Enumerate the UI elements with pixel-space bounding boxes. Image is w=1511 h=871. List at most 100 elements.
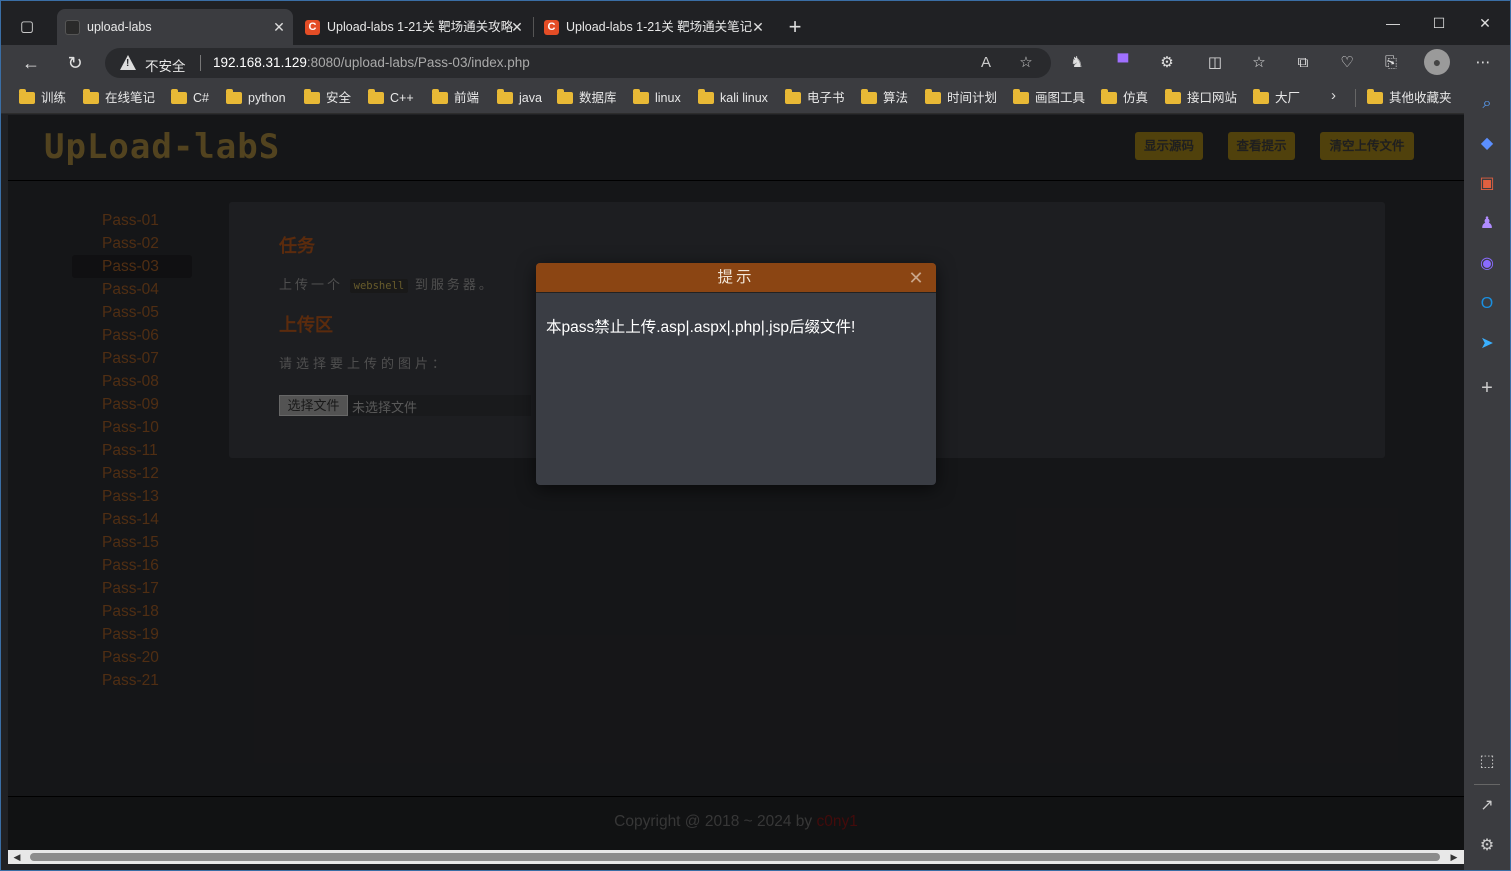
split-screen-icon[interactable]: ◫ <box>1201 49 1229 77</box>
games-icon[interactable]: ♟ <box>1476 213 1498 235</box>
dialog-message: 本pass禁止上传.asp|.aspx|.php|.jsp后缀文件! <box>546 319 856 336</box>
bookmark-folder[interactable]: kali linux <box>698 89 768 107</box>
tab-upload-labs[interactable]: upload-labs ✕ <box>57 9 293 45</box>
scroll-right-icon[interactable]: ▶ <box>1448 852 1460 862</box>
bookmark-folder[interactable]: 数据库 <box>557 89 617 107</box>
folder-icon <box>368 89 384 104</box>
bookmark-folder[interactable]: 大厂 <box>1253 89 1300 107</box>
add-sidebar-app-icon[interactable]: + <box>1476 377 1498 399</box>
address-bar[interactable]: 不安全 192.168.31.129:8080/upload-labs/Pass… <box>105 48 1051 78</box>
divider <box>200 55 201 71</box>
warning-icon[interactable] <box>120 55 136 70</box>
upload-labs-favicon-icon <box>65 20 80 35</box>
folder-icon <box>925 89 941 104</box>
close-tab-icon[interactable]: ✕ <box>509 9 525 45</box>
url-path: :8080/upload-labs/Pass-03/index.php <box>306 55 530 70</box>
horizontal-scrollbar[interactable]: ◀ ▶ <box>8 850 1464 864</box>
folder-icon <box>698 89 714 104</box>
scroll-left-icon[interactable]: ◀ <box>11 852 23 862</box>
new-tab-button[interactable]: + <box>783 13 807 41</box>
browser-window: ▢ upload-labs ✕ C Upload-labs 1-21关 靶场通关… <box>0 0 1511 871</box>
profile-avatar-icon[interactable]: ● <box>1424 49 1450 75</box>
tab-title: Upload-labs 1-21关 靶场通关攻略 <box>327 20 514 34</box>
maximize-icon[interactable]: ☐ <box>1416 9 1462 37</box>
search-icon[interactable]: ⌕ <box>1476 93 1498 115</box>
share-icon[interactable]: ⎘ <box>1377 49 1405 77</box>
bookmark-folder[interactable]: 训练 <box>19 89 66 107</box>
chevron-right-icon[interactable]: › <box>1331 87 1336 104</box>
bookmark-folder[interactable]: 电子书 <box>785 89 845 107</box>
security-label[interactable]: 不安全 <box>145 55 186 75</box>
close-tab-icon[interactable]: ✕ <box>271 9 287 45</box>
folder-icon <box>633 89 649 104</box>
bookmark-folder[interactable]: 在线笔记 <box>83 89 155 107</box>
bookmark-folder[interactable]: 时间计划 <box>925 89 997 107</box>
close-window-icon[interactable]: ✕ <box>1462 9 1508 37</box>
folder-icon <box>1165 89 1181 104</box>
bookmark-folder[interactable]: 安全 <box>304 89 351 107</box>
folder-icon <box>557 89 573 104</box>
outlook-icon[interactable]: O <box>1476 293 1498 315</box>
more-options-icon[interactable]: ⋯ <box>1469 49 1497 77</box>
url-host: 192.168.31.129 <box>213 55 307 70</box>
bookmark-folder[interactable]: 接口网站 <box>1165 89 1237 107</box>
bookmark-folder[interactable]: java <box>497 89 542 107</box>
send-icon[interactable]: ➤ <box>1476 333 1498 355</box>
folder-icon <box>1367 89 1383 104</box>
extensions-icon[interactable]: ⚙ <box>1153 49 1181 77</box>
folder-icon <box>226 89 242 104</box>
bookmark-folder[interactable]: 画图工具 <box>1013 89 1085 107</box>
folder-icon <box>785 89 801 104</box>
url-text[interactable]: 192.168.31.129:8080/upload-labs/Pass-03/… <box>213 55 530 70</box>
bookmark-folder[interactable]: python <box>226 89 286 107</box>
collections-icon[interactable]: ⧉ <box>1289 49 1317 77</box>
bookmark-folder[interactable]: 算法 <box>861 89 908 107</box>
refresh-icon[interactable]: ↻ <box>61 49 89 77</box>
bookmark-folder[interactable]: C++ <box>368 89 414 107</box>
close-icon[interactable]: ✕ <box>906 263 926 293</box>
folder-icon <box>304 89 320 104</box>
hint-dialog: 提示 ✕ 本pass禁止上传.asp|.aspx|.php|.jsp后缀文件! <box>536 263 936 485</box>
divider <box>1474 784 1500 785</box>
divider <box>1355 89 1356 107</box>
browser-essentials-icon[interactable]: ♡ <box>1333 49 1361 77</box>
bookmark-folder[interactable]: linux <box>633 89 681 107</box>
csdn-favicon-icon: C <box>305 20 320 35</box>
scrollbar-thumb[interactable] <box>30 853 1440 861</box>
folder-icon <box>1013 89 1029 104</box>
other-bookmarks-folder[interactable]: 其他收藏夹 <box>1367 89 1452 107</box>
tab-title: upload-labs <box>87 20 152 34</box>
folder-icon <box>171 89 187 104</box>
bookmark-folder[interactable]: 仿真 <box>1101 89 1148 107</box>
minimize-icon[interactable]: — <box>1370 9 1416 37</box>
bookmark-folder[interactable]: C# <box>171 89 209 107</box>
bookmark-folder[interactable]: 前端 <box>432 89 479 107</box>
tools-icon[interactable]: ▣ <box>1476 173 1498 195</box>
csdn-favicon-icon: C <box>544 20 559 35</box>
favorites-icon[interactable]: ☆ <box>1245 49 1273 77</box>
settings-gear-icon[interactable]: ⚙ <box>1476 835 1498 857</box>
tab-upload-labs-guide[interactable]: C Upload-labs 1-21关 靶场通关攻略 ✕ <box>297 9 531 45</box>
shopping-tag-icon[interactable]: ◆ <box>1476 133 1498 155</box>
extension-icon[interactable]: ▀ <box>1109 49 1137 77</box>
back-icon[interactable]: ← <box>17 49 45 77</box>
folder-icon <box>83 89 99 104</box>
tab-upload-labs-notes[interactable]: C Upload-labs 1-21关 靶场通关笔记 ✕ <box>536 9 772 45</box>
open-external-icon[interactable]: ↗ <box>1476 795 1498 817</box>
folder-icon <box>432 89 448 104</box>
bookmarks-bar: 训练 在线笔记 C# python 安全 C++ 前端 java 数据库 lin… <box>1 81 1510 114</box>
folder-icon <box>861 89 877 104</box>
tab-divider <box>533 17 534 37</box>
copilot-icon[interactable]: ◉ <box>1476 253 1498 275</box>
folder-icon <box>1101 89 1117 104</box>
favorite-star-icon[interactable]: ☆ <box>1015 52 1037 74</box>
tab-title: Upload-labs 1-21关 靶场通关笔记 <box>566 20 753 34</box>
screenshot-icon[interactable]: ⬚ <box>1476 751 1498 773</box>
tab-actions-icon[interactable]: ▢ <box>13 13 41 41</box>
tab-strip: ▢ upload-labs ✕ C Upload-labs 1-21关 靶场通关… <box>1 1 1510 45</box>
read-aloud-icon[interactable]: A <box>975 52 997 74</box>
page-viewport: UpLoad-labS 显示源码 查看提示 清空上传文件 Pass-01 Pas… <box>8 115 1464 850</box>
folder-icon <box>19 89 35 104</box>
extension-icon[interactable]: ♞ <box>1063 49 1091 77</box>
close-tab-icon[interactable]: ✕ <box>750 9 766 45</box>
